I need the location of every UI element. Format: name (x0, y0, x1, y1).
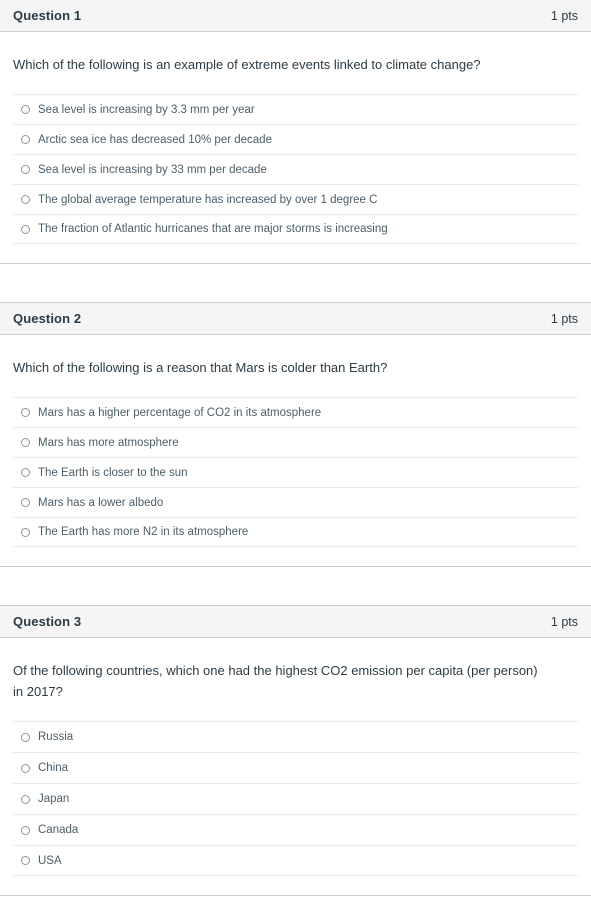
answer-option-label: Mars has a lower albedo (38, 496, 164, 509)
radio-unselected-icon[interactable] (21, 856, 30, 865)
answer-options-3: Russia China Japan Canada USA (13, 721, 578, 895)
answer-option-label: Japan (38, 793, 70, 805)
answer-option[interactable]: Canada (13, 814, 578, 845)
question-text-3: Of the following countries, which one ha… (13, 663, 538, 699)
answer-option-label: Mars has a higher percentage of CO2 in i… (38, 406, 322, 419)
radio-unselected-icon[interactable] (21, 498, 30, 507)
answer-option[interactable]: USA (13, 845, 578, 876)
radio-unselected-icon[interactable] (21, 794, 30, 804)
question-block-3: Question 3 1 pts Of the following countr… (0, 605, 591, 896)
radio-unselected-icon[interactable] (21, 165, 30, 174)
question-points-3: 1 pts (550, 614, 578, 629)
answer-option-label: The global average temperature has incre… (38, 193, 378, 206)
radio-unselected-icon[interactable] (21, 105, 30, 114)
answer-options-2: Mars has a higher percentage of CO2 in i… (13, 397, 578, 566)
answer-option-label: Canada (38, 824, 79, 836)
answer-option[interactable]: The Earth is closer to the sun (13, 457, 578, 487)
answer-option[interactable]: The fraction of Atlantic hurricanes that… (13, 214, 578, 244)
question-points-2: 1 pts (550, 311, 578, 326)
radio-unselected-icon[interactable] (21, 468, 30, 477)
answer-option[interactable]: Mars has more atmosphere (13, 427, 578, 457)
answer-option[interactable]: Mars has a higher percentage of CO2 in i… (13, 397, 578, 427)
answer-option[interactable]: The Earth has more N2 in its atmosphere (13, 517, 578, 547)
answer-option-label: The Earth is closer to the sun (38, 466, 188, 479)
question-text-1: Which of the following is an example of … (13, 57, 481, 72)
question-text-2: Which of the following is a reason that … (13, 360, 388, 375)
question-header-1: Question 1 1 pts (0, 0, 591, 32)
question-spacer (0, 264, 591, 302)
radio-unselected-icon[interactable] (21, 825, 30, 835)
radio-unselected-icon[interactable] (21, 438, 30, 447)
question-body-2: Which of the following is a reason that … (0, 335, 591, 566)
answer-option[interactable]: Japan (13, 783, 578, 814)
answer-option-label: Arctic sea ice has decreased 10% per dec… (38, 133, 272, 146)
radio-unselected-icon[interactable] (21, 135, 30, 144)
answer-option[interactable]: Mars has a lower albedo (13, 487, 578, 517)
question-title-1: Question 1 (13, 8, 82, 23)
question-points-1: 1 pts (550, 8, 578, 23)
answer-option-label: Sea level is increasing by 3.3 mm per ye… (38, 103, 255, 116)
answer-option-label: The Earth has more N2 in its atmosphere (38, 526, 249, 538)
question-header-3: Question 3 1 pts (0, 606, 591, 638)
question-title-2: Question 2 (13, 311, 82, 326)
radio-unselected-icon[interactable] (21, 763, 30, 773)
answer-option-label: The fraction of Atlantic hurricanes that… (38, 223, 388, 235)
question-body-1: Which of the following is an example of … (0, 32, 591, 263)
answer-option-label: Russia (38, 731, 74, 743)
answer-option[interactable]: China (13, 752, 578, 783)
question-body-3: Of the following countries, which one ha… (0, 638, 591, 895)
question-block-1: Question 1 1 pts Which of the following … (0, 0, 591, 264)
answer-option-label: Mars has more atmosphere (38, 436, 179, 449)
question-title-3: Question 3 (13, 614, 82, 629)
question-header-2: Question 2 1 pts (0, 303, 591, 335)
answer-option[interactable]: Sea level is increasing by 33 mm per dec… (13, 154, 578, 184)
question-block-2: Question 2 1 pts Which of the following … (0, 302, 591, 567)
answer-options-1: Sea level is increasing by 3.3 mm per ye… (13, 94, 578, 263)
radio-unselected-icon[interactable] (21, 527, 30, 537)
quiz-questions-list: Question 1 1 pts Which of the following … (0, 0, 591, 910)
radio-unselected-icon[interactable] (21, 408, 30, 417)
answer-option-label: USA (38, 854, 62, 867)
answer-option[interactable]: The global average temperature has incre… (13, 184, 578, 214)
answer-option-label: Sea level is increasing by 33 mm per dec… (38, 163, 267, 176)
question-spacer (0, 567, 591, 605)
answer-option[interactable]: Arctic sea ice has decreased 10% per dec… (13, 124, 578, 154)
radio-unselected-icon[interactable] (21, 224, 30, 234)
answer-option-label: China (38, 762, 69, 774)
quiz-bottom-spacer (0, 896, 591, 910)
radio-unselected-icon[interactable] (21, 732, 30, 742)
radio-unselected-icon[interactable] (21, 195, 30, 204)
answer-option[interactable]: Sea level is increasing by 3.3 mm per ye… (13, 94, 578, 124)
answer-option[interactable]: Russia (13, 721, 578, 752)
